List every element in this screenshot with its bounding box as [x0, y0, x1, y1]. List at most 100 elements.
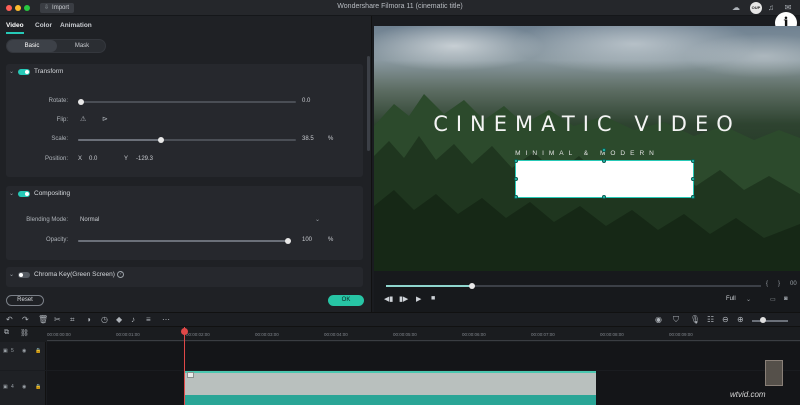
add-track-icon[interactable]: ⧉: [4, 329, 9, 337]
playhead[interactable]: [184, 327, 185, 405]
transform-toggle[interactable]: [18, 69, 30, 75]
transform-header[interactable]: ⌄ Transform: [6, 64, 363, 80]
compositing-header[interactable]: ⌄ Compositing: [6, 186, 363, 202]
crop-icon[interactable]: ⌗: [70, 315, 75, 325]
opacity-value[interactable]: 100: [302, 237, 312, 243]
position-y-label: Y: [124, 156, 129, 162]
chevron-down-icon[interactable]: ⌄: [315, 216, 320, 223]
chroma-key-section: ⌄ Chroma Key(Green Screen) ?: [6, 267, 363, 287]
more-icon[interactable]: ⋯: [162, 315, 170, 324]
headset-icon[interactable]: ♫: [766, 3, 776, 13]
rotate-slider[interactable]: [78, 99, 296, 105]
track-lane-5[interactable]: [47, 342, 800, 370]
playhead-handle[interactable]: [181, 328, 188, 335]
scale-slider[interactable]: [78, 137, 296, 143]
render-icon[interactable]: ◉: [655, 315, 662, 324]
compositing-toggle[interactable]: [18, 191, 30, 197]
tab-color[interactable]: Color: [35, 22, 52, 29]
scale-value[interactable]: 38.5: [302, 136, 314, 142]
color-icon[interactable]: ◑: [86, 315, 91, 324]
segment-basic[interactable]: Basic: [7, 40, 57, 52]
inspector-panel: Video Color Animation Basic Mask ⌄ Trans…: [0, 16, 372, 312]
keyframe-icon[interactable]: ◆: [116, 315, 122, 324]
monitor-icon[interactable]: ▭: [770, 296, 776, 303]
lock-icon[interactable]: 🔒: [35, 384, 41, 390]
eye-icon[interactable]: ◉: [22, 384, 26, 390]
resize-handle[interactable]: [514, 159, 518, 163]
lock-icon[interactable]: 🔒: [35, 348, 41, 354]
position-x-input[interactable]: 0.0: [89, 156, 97, 162]
help-icon[interactable]: ?: [117, 271, 124, 278]
timeline-ruler[interactable]: 00:00:00:00 00:00:01:00 00:00:02:00 00:0…: [0, 327, 800, 342]
adjust-icon[interactable]: ≡: [146, 315, 151, 324]
ruler-tick: 00:00:03:00: [255, 332, 279, 337]
ruler-baseline: [47, 340, 800, 341]
reset-button[interactable]: Reset: [6, 295, 44, 306]
mic-icon[interactable]: 🎙: [690, 315, 700, 324]
resize-handle[interactable]: [691, 159, 695, 163]
playback-scrubber[interactable]: [469, 283, 476, 289]
split-icon[interactable]: ✂: [54, 315, 61, 324]
resize-handle[interactable]: [602, 159, 606, 163]
quality-select[interactable]: Full: [726, 296, 736, 302]
selected-title-element[interactable]: [515, 160, 694, 198]
resize-handle[interactable]: [514, 195, 518, 199]
play-pause-icon[interactable]: ▮▶: [399, 295, 408, 303]
resize-handle[interactable]: [691, 177, 695, 181]
player-controls: { } 00 ◀▮ ▮▶ ▶ ■ Full ⌄ ▭ ◙: [374, 271, 800, 312]
resize-handle[interactable]: [602, 195, 606, 199]
redo-icon[interactable]: ↷: [22, 315, 29, 324]
undo-icon[interactable]: ↶: [6, 315, 13, 324]
track-header-5: ▣ 5 ◉ 🔒: [0, 342, 46, 370]
chroma-key-toggle[interactable]: [18, 272, 30, 278]
segment-mask[interactable]: Mask: [57, 40, 107, 52]
ruler-tick: 00:00:00:00: [47, 332, 71, 337]
preview-viewport[interactable]: CINEMATIC VIDEO MINIMAL & MODERN: [374, 26, 800, 271]
tab-video[interactable]: Video: [6, 22, 24, 29]
ok-button[interactable]: OK: [328, 295, 364, 306]
opacity-slider-knob[interactable]: [285, 238, 291, 244]
delete-icon[interactable]: 🗑: [38, 315, 48, 324]
link-icon[interactable]: ⛓: [20, 329, 29, 337]
flip-vertical-icon[interactable]: ⚠: [80, 115, 86, 123]
rotate-value[interactable]: 0.0: [302, 98, 310, 104]
scale-slider-fill: [78, 139, 161, 141]
ruler-tick: 00:00:05:00: [393, 332, 417, 337]
resize-handle[interactable]: [514, 177, 518, 181]
chevron-down-icon: ⌄: [9, 69, 15, 75]
audio-icon[interactable]: ♪: [131, 315, 135, 324]
flip-horizontal-icon[interactable]: ⊳: [102, 115, 108, 123]
chevron-down-icon[interactable]: ⌄: [746, 296, 751, 303]
eye-icon[interactable]: ◉: [22, 348, 26, 354]
mark-out-icon[interactable]: }: [778, 281, 780, 287]
preview-subtitle-text: MINIMAL & MODERN: [515, 150, 659, 157]
mark-in-icon[interactable]: {: [766, 281, 768, 287]
scale-slider-knob[interactable]: [157, 137, 164, 143]
stop-icon[interactable]: ■: [431, 295, 435, 302]
zoom-slider[interactable]: [752, 320, 788, 322]
play-icon[interactable]: ▶: [416, 295, 421, 303]
cloud-icon[interactable]: ☁: [731, 3, 741, 13]
step-back-icon[interactable]: ◀▮: [384, 295, 393, 303]
zoom-out-icon[interactable]: ⊖: [722, 315, 729, 324]
blending-mode-select[interactable]: Normal: [80, 217, 99, 223]
zoom-slider-knob[interactable]: [760, 317, 766, 323]
position-x-label: X: [78, 156, 83, 162]
speed-icon[interactable]: ◷: [101, 315, 108, 324]
chroma-key-title: Chroma Key(Green Screen): [34, 271, 115, 278]
avatar[interactable]: OUP: [750, 2, 762, 14]
shield-icon[interactable]: ⛉: [673, 315, 679, 325]
resize-handle[interactable]: [691, 195, 695, 199]
tab-animation[interactable]: Animation: [60, 22, 92, 29]
position-y-input[interactable]: -129.3: [136, 156, 153, 162]
snapshot-icon[interactable]: ◙: [784, 296, 788, 302]
zoom-in-icon[interactable]: ⊕: [737, 315, 744, 324]
ruler-tick: 00:00:04:00: [324, 332, 348, 337]
mixer-icon[interactable]: ☷: [707, 315, 714, 324]
scrollbar[interactable]: [367, 56, 370, 151]
chroma-key-header[interactable]: ⌄ Chroma Key(Green Screen) ?: [6, 267, 363, 283]
playback-progress[interactable]: [386, 283, 761, 289]
rotate-slider-knob[interactable]: [78, 99, 84, 105]
rotate-handle[interactable]: [602, 148, 606, 152]
opacity-slider[interactable]: [78, 238, 291, 244]
